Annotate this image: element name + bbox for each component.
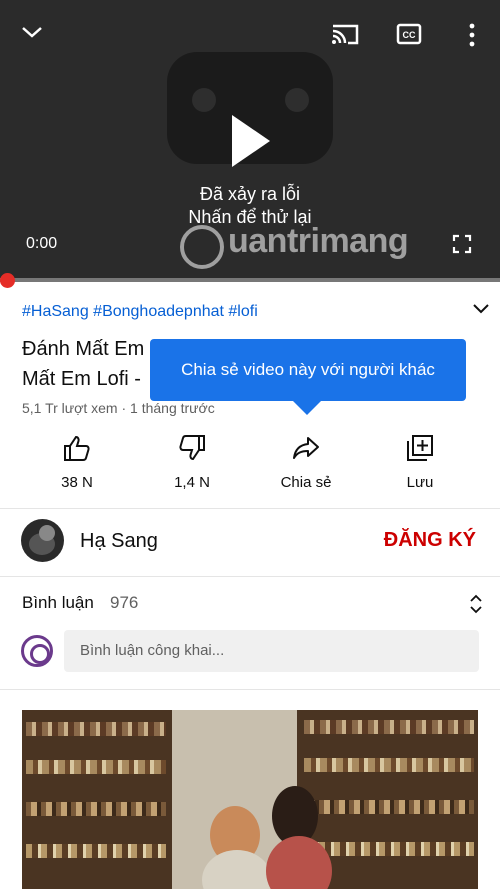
like-button[interactable]: 38 N <box>32 428 122 491</box>
video-hashtags[interactable]: #HaSang #Bonghoadepnhat #lofi <box>22 303 258 321</box>
channel-name[interactable]: Hạ Sang <box>80 530 158 553</box>
comments-count: 976 <box>110 593 139 612</box>
share-tooltip[interactable]: Chia sẻ video này với người khác <box>150 339 466 415</box>
progress-bar[interactable] <box>0 278 500 282</box>
dislike-count: 1,4 N <box>174 474 210 491</box>
dislike-button[interactable]: 1,4 N <box>147 428 237 491</box>
save-label: Lưu <box>406 474 434 491</box>
share-label: Chia sẻ <box>280 474 332 491</box>
play-icon[interactable] <box>232 115 270 167</box>
video-views: 5,1 Tr lượt xem · 1 tháng trước <box>22 400 215 416</box>
comment-input[interactable]: Bình luận công khai... <box>64 630 479 672</box>
comments-section[interactable]: Bình luận 976 Bình luận công khai... <box>0 577 500 689</box>
like-icon <box>64 435 90 461</box>
watermark-logo <box>180 225 224 269</box>
sort-icon[interactable] <box>468 593 484 615</box>
chevron-down-icon[interactable] <box>20 22 44 42</box>
user-avatar <box>21 635 53 667</box>
save-playlist-icon <box>407 435 433 461</box>
captions-icon[interactable]: CC <box>396 22 422 46</box>
like-count: 38 N <box>61 474 93 491</box>
watermark-text: uantrimang <box>228 222 409 260</box>
dislike-icon <box>179 435 205 461</box>
divider <box>0 689 500 690</box>
error-title: Đã xảy ra lỗi <box>199 184 301 204</box>
current-time: 0:00 <box>26 235 58 252</box>
comments-heading: Bình luận <box>22 593 94 612</box>
next-video-thumbnail[interactable] <box>22 710 478 889</box>
video-actions: 38 N 1,4 N Chia sẻ Lưu <box>0 428 500 508</box>
progress-scrubber[interactable] <box>0 273 15 288</box>
video-player[interactable]: CC Đã xảy ra lỗi Nhấn để thử lại uantrim… <box>0 0 500 288</box>
save-button[interactable]: Lưu <box>375 428 465 491</box>
more-vert-icon[interactable] <box>464 22 480 48</box>
cast-icon[interactable] <box>330 22 360 46</box>
share-button[interactable]: Chia sẻ <box>261 428 351 491</box>
fullscreen-icon[interactable] <box>452 234 472 254</box>
subscribe-button[interactable]: ĐĂNG KÝ <box>384 529 476 552</box>
svg-text:CC: CC <box>403 30 416 40</box>
expand-description-icon[interactable] <box>472 302 490 316</box>
channel-avatar[interactable] <box>21 519 64 562</box>
share-icon <box>293 437 319 459</box>
channel-row[interactable]: Hạ Sang ĐĂNG KÝ <box>0 509 500 575</box>
